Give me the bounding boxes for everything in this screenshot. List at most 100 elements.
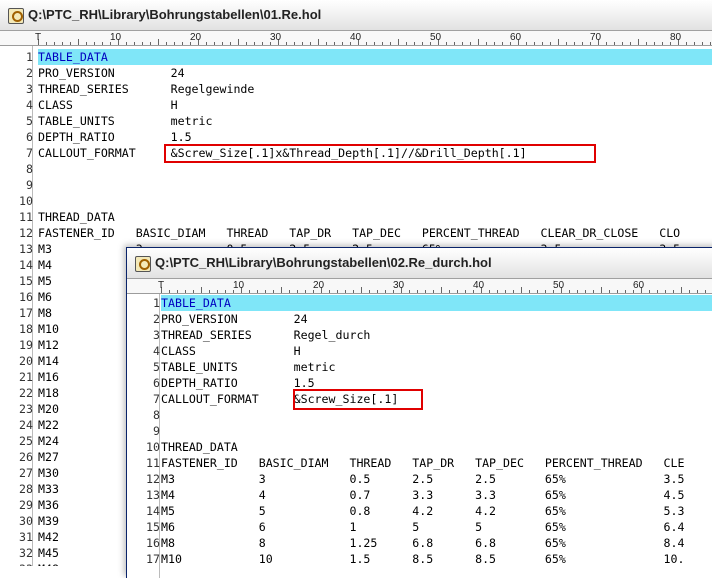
text-line[interactable]: 2 PRO_VERSION 24: [127, 311, 712, 327]
ruler-tick: [513, 290, 514, 293]
text-line[interactable]: 9: [127, 423, 712, 439]
ruler-tick: [497, 290, 498, 293]
line-number: 29: [19, 498, 33, 512]
ruler-tick: [454, 42, 455, 45]
title-bar[interactable]: Q:\PTC_RH\Library\Bohrungstabellen\02.Re…: [127, 248, 712, 279]
line-text: DEPTH_RATIO 1.5: [38, 130, 192, 144]
line-number: 8: [153, 408, 160, 422]
ruler-tick: [681, 287, 682, 293]
title-bar[interactable]: Q:\PTC_RH\Library\Bohrungstabellen\01.Re…: [0, 0, 712, 31]
text-line[interactable]: 5 TABLE_UNITS metric: [127, 359, 712, 375]
ruler-tick: [302, 42, 303, 45]
ruler-tick: [310, 42, 311, 45]
text-line[interactable]: 10: [0, 193, 712, 209]
text-line[interactable]: 15 M6 6 1 5 5 65% 6.4: [127, 519, 712, 535]
ruler-tick: [446, 42, 447, 45]
line-number: 10: [146, 440, 160, 454]
text-line[interactable]: 4 CLASS H: [0, 97, 712, 113]
text-line[interactable]: 1 TABLE_DATA: [127, 295, 712, 311]
text-line[interactable]: 10 THREAD_DATA: [127, 439, 712, 455]
ruler-tick: [150, 42, 151, 45]
editor-window-2[interactable]: Q:\PTC_RH\Library\Bohrungstabellen\02.Re…: [126, 247, 712, 578]
ruler: 10203040506070T: [127, 279, 712, 294]
text-line[interactable]: 3 THREAD_SERIES Regel_durch: [127, 327, 712, 343]
ruler-tick: [265, 290, 266, 293]
ruler-tick: [193, 290, 194, 293]
ruler-tick: [366, 42, 367, 45]
line-text: M22: [38, 418, 59, 432]
ruler-tick: [585, 290, 586, 293]
ruler-tick: [345, 290, 346, 293]
line-number: 31: [19, 530, 33, 544]
line-number: 14: [146, 504, 160, 518]
text-line[interactable]: 12 FASTENER_ID BASIC_DIAM THREAD TAP_DR T…: [0, 225, 712, 241]
text-area[interactable]: 1 TABLE_DATA 2 PRO_VERSION 24 3 THREAD_SERIES…: [127, 295, 712, 567]
text-line[interactable]: 4 CLASS H: [127, 343, 712, 359]
ruler-tick: [657, 290, 658, 293]
line-text: M30: [38, 466, 59, 480]
ruler-tick: [201, 287, 202, 293]
text-line[interactable]: 6 DEPTH_RATIO 1.5: [0, 129, 712, 145]
line-text: M8: [38, 306, 52, 320]
ruler-tick: [705, 290, 706, 293]
ruler-tick: [206, 42, 207, 45]
text-line[interactable]: 9: [0, 177, 712, 193]
ruler-tick: [318, 39, 319, 45]
ruler-tick: [646, 42, 647, 45]
ruler-tick: [78, 39, 79, 45]
line-text: M12: [38, 338, 59, 352]
line-text: M42: [38, 530, 59, 544]
line-text: THREAD_SERIES Regelgewinde: [38, 82, 255, 96]
ruler-tick: [673, 290, 674, 293]
ruler-tick: [377, 290, 378, 293]
line-number: 11: [19, 210, 33, 224]
line-text: TABLE_UNITS metric: [161, 360, 336, 374]
ruler-tick: [489, 290, 490, 293]
line-text: THREAD_SERIES Regel_durch: [161, 328, 371, 342]
text-line[interactable]: 12 M3 3 0.5 2.5 2.5 65% 3.5: [127, 471, 712, 487]
ruler-tick: [406, 42, 407, 45]
ruler-tick: [254, 42, 255, 45]
ruler-tick: [542, 42, 543, 45]
ruler-tick: [390, 42, 391, 45]
text-line[interactable]: 3 THREAD_SERIES Regelgewinde: [0, 81, 712, 97]
line-number: 23: [19, 402, 33, 416]
text-line[interactable]: 16 M8 8 1.25 6.8 6.8 65% 8.4: [127, 535, 712, 551]
line-text: M27: [38, 450, 59, 464]
line-text: TABLE_UNITS metric: [38, 114, 213, 128]
ruler-tab-marker: T: [35, 32, 42, 43]
ruler-tick: [702, 42, 703, 45]
ruler-number: 40: [350, 32, 362, 43]
ruler-tick: [494, 42, 495, 45]
ruler-tick: [361, 287, 362, 293]
text-line[interactable]: 14 M5 5 0.8 4.2 4.2 65% 5.3: [127, 503, 712, 519]
ruler-tick: [222, 42, 223, 45]
text-line[interactable]: 5 TABLE_UNITS metric: [0, 113, 712, 129]
ruler-tick: [126, 42, 127, 45]
ruler-tick: [505, 290, 506, 293]
text-line[interactable]: 17 M10 10 1.5 8.5 8.5 65% 10.: [127, 551, 712, 567]
line-number: 4: [26, 98, 33, 112]
line-text: M14: [38, 354, 59, 368]
ruler-tick: [54, 42, 55, 45]
line-text: TABLE_DATA: [38, 49, 712, 65]
ruler-tick: [486, 42, 487, 45]
ruler-tick: [601, 287, 602, 293]
line-text: M48: [38, 561, 59, 566]
line-number: 28: [19, 482, 33, 496]
line-number: 1: [153, 296, 160, 310]
text-line[interactable]: 11 FASTENER_ID BASIC_DIAM THREAD TAP_DR T…: [127, 455, 712, 471]
ruler-tick: [526, 42, 527, 45]
text-line[interactable]: 1 TABLE_DATA: [0, 49, 712, 65]
ruler-tick: [398, 39, 399, 45]
ruler-tick: [166, 42, 167, 45]
text-line[interactable]: 2 PRO_VERSION 24: [0, 65, 712, 81]
line-text: M4 4 0.7 3.3 3.3 65% 4.5: [161, 488, 685, 502]
ruler-tick: [353, 290, 354, 293]
text-line[interactable]: 11 THREAD_DATA: [0, 209, 712, 225]
text-line[interactable]: 13 M4 4 0.7 3.3 3.3 65% 4.5: [127, 487, 712, 503]
line-number: 12: [19, 226, 33, 240]
ruler-tick: [414, 42, 415, 45]
line-number: 15: [146, 520, 160, 534]
text-line[interactable]: 8: [0, 161, 712, 177]
